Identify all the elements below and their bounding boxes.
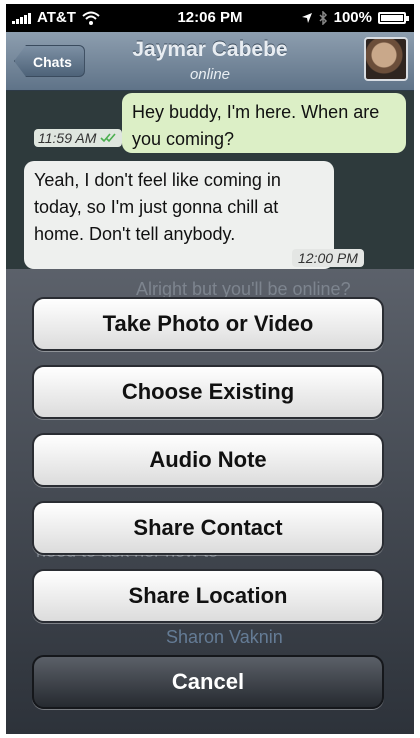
- audio-note-button[interactable]: Audio Note: [32, 433, 384, 487]
- timestamp-text: 11:59 AM: [38, 130, 97, 146]
- battery-label: 100%: [333, 9, 372, 26]
- contact-name[interactable]: Jaymar Cabebe: [6, 38, 414, 62]
- background-contact-text: Sharon Vaknin: [166, 627, 283, 647]
- action-sheet: Alright but you'll be online? need to as…: [6, 269, 414, 734]
- phone-screen: AT&T 12:06 PM 100% Chats Jaymar Cabebe o…: [6, 4, 414, 734]
- status-bar: AT&T 12:06 PM 100%: [6, 4, 414, 32]
- navigation-bar: Chats Jaymar Cabebe online: [6, 32, 414, 91]
- message-text: Hey buddy, I'm here. When are you coming…: [132, 102, 380, 149]
- incoming-message-bubble[interactable]: Yeah, I don't feel like coming in today,…: [24, 161, 334, 269]
- share-location-button[interactable]: Share Location: [32, 569, 384, 623]
- share-contact-button[interactable]: Share Contact: [32, 501, 384, 555]
- message-timestamp: 11:59 AM: [34, 129, 123, 147]
- location-arrow-icon: [301, 12, 312, 23]
- outgoing-message-bubble[interactable]: Hey buddy, I'm here. When are you coming…: [122, 93, 406, 153]
- battery-icon: [378, 11, 409, 24]
- status-right: 100%: [301, 9, 409, 26]
- choose-existing-button[interactable]: Choose Existing: [32, 365, 384, 419]
- double-check-icon: [100, 133, 116, 143]
- contact-avatar[interactable]: [364, 37, 408, 81]
- cancel-button[interactable]: Cancel: [32, 655, 384, 709]
- bluetooth-icon: [319, 10, 327, 25]
- contact-status: online: [189, 66, 231, 83]
- take-photo-button[interactable]: Take Photo or Video: [32, 297, 384, 351]
- message-timestamp: 12:00 PM: [292, 249, 364, 267]
- message-text: Yeah, I don't feel like coming in today,…: [34, 170, 281, 244]
